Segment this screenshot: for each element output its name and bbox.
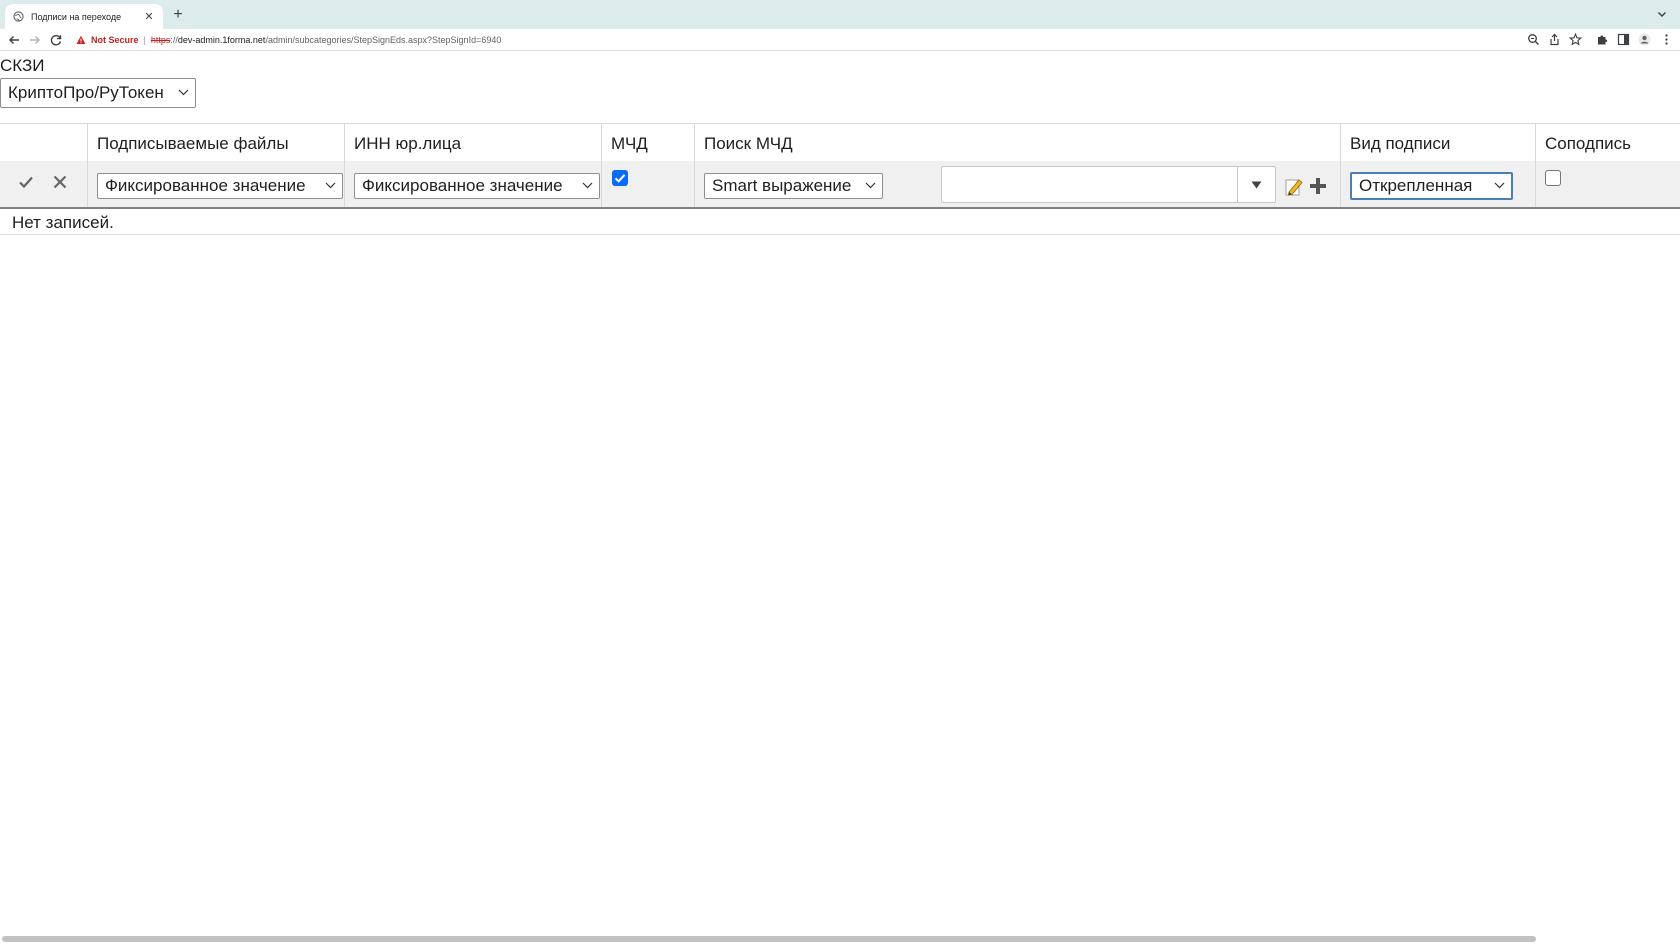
files-mode-select[interactable]: Фиксированное значение [97,173,343,199]
chevron-down-icon[interactable] [1656,8,1668,20]
address-bar[interactable]: Not Secure | https://dev-admin.1forma.ne… [76,32,501,48]
inn-mode-value: Фиксированное значение [362,176,563,195]
files-mode-value: Фиксированное значение [105,176,306,195]
header-cosign[interactable]: Соподпись [1535,124,1680,162]
header-mchd-search[interactable]: Поиск МЧД [694,124,1340,162]
browser-toolbar: Not Secure | https://dev-admin.1forma.ne… [0,29,1680,51]
cosign-checkbox[interactable] [1545,170,1561,186]
edit-commands-cell [0,161,88,207]
search-mode-value: Smart выражение [712,176,852,195]
extensions-puzzle-icon[interactable] [1596,33,1609,46]
globe-icon [13,11,24,22]
bookmark-star-icon[interactable] [1569,33,1582,46]
edit-mchd-cell [601,161,694,207]
combobox-dropdown-button[interactable] [1237,167,1275,202]
back-arrow-icon[interactable] [7,33,21,47]
mchd-search-combobox[interactable] [941,166,1276,203]
security-status[interactable]: Not Secure [91,35,139,45]
signature-type-select[interactable]: Открепленная [1350,172,1513,200]
triangle-down-icon [1251,181,1262,188]
page-content: СКЗИ КриптоПро/РуТокен Подписываемые фай… [0,52,1680,945]
omnibox-separator: | [143,35,146,45]
tab-close-icon[interactable]: ✕ [143,10,155,23]
edit-pencil-icon[interactable] [1283,175,1305,197]
edit-inn-cell: Фиксированное значение [344,161,601,207]
skzi-select[interactable]: КриптоПро/РуТокен [0,78,196,108]
edit-files-cell: Фиксированное значение [87,161,344,207]
chevron-down-icon [178,89,189,96]
inn-mode-select[interactable]: Фиксированное значение [354,173,600,199]
side-panel-icon[interactable] [1617,33,1630,46]
header-mchd[interactable]: МЧД [601,124,694,162]
search-mode-select[interactable]: Smart выражение [704,173,883,199]
checkmark-icon [614,174,626,183]
browser-tab[interactable]: Подписи на переходе ✕ [5,4,163,29]
header-signed-files[interactable]: Подписываемые файлы [87,124,344,162]
url-host: dev-admin.1forma.net [177,35,266,45]
url-path: /admin/subcategories/StepSignEds.aspx?St… [265,35,502,45]
zoom-icon[interactable] [1527,33,1540,46]
add-plus-icon[interactable] [1308,176,1328,196]
browser-tab-strip: Подписи на переходе ✕ + [0,0,1680,29]
mchd-checkbox[interactable] [612,170,628,186]
grid-header: Подписываемые файлы ИНН юр.лица МЧД Поис… [0,123,1680,162]
skzi-select-value: КриптоПро/РуТокен [8,83,164,102]
chevron-down-icon [582,182,593,189]
close-icon[interactable] [51,173,69,191]
header-inn[interactable]: ИНН юр.лица [344,124,601,162]
edit-signature-type-cell: Открепленная [1340,161,1535,207]
reload-icon[interactable] [49,33,63,47]
skzi-label: СКЗИ [0,56,45,75]
header-commands [0,124,88,162]
edit-mchd-search-cell: Smart выражение [694,161,1340,207]
profile-avatar-icon[interactable] [1638,33,1651,46]
chevron-down-icon [325,182,336,189]
header-signature-type[interactable]: Вид подписи [1340,124,1535,162]
checkmark-icon[interactable] [17,173,35,191]
warning-triangle-icon [76,35,86,44]
share-icon[interactable] [1548,33,1561,46]
signature-type-value: Открепленная [1359,176,1473,195]
empty-grid-message: Нет записей. [0,209,1680,235]
mchd-search-input[interactable] [942,167,1238,202]
horizontal-scrollbar[interactable] [2,936,1536,942]
forward-arrow-icon[interactable] [28,33,42,47]
kebab-menu-icon[interactable] [1660,33,1673,46]
chevron-down-icon [865,182,876,189]
new-tab-button[interactable]: + [170,6,186,24]
edit-cosign-cell [1535,161,1680,207]
grid-edit-row: Фиксированное значение Фиксированное зна… [0,161,1680,209]
url-scheme: https [150,35,171,45]
tab-title: Подписи на переходе [31,11,122,22]
chevron-down-icon [1494,182,1505,189]
url-scheme-separator: :// [170,35,178,45]
